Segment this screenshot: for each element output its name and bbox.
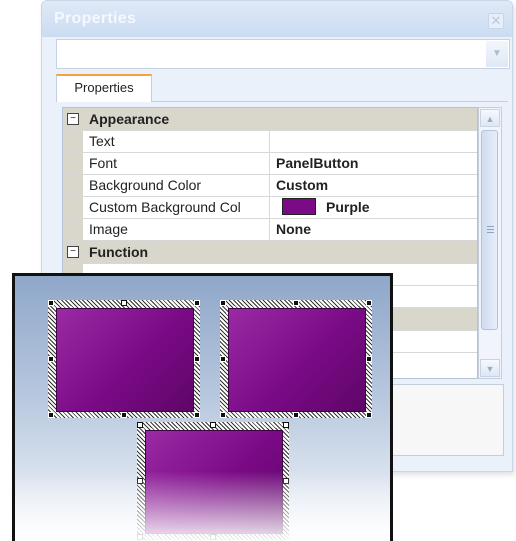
property-name: Image bbox=[89, 219, 270, 240]
color-swatch bbox=[282, 198, 316, 215]
chevron-down-icon[interactable]: ▼ bbox=[486, 41, 508, 67]
resize-handle[interactable] bbox=[283, 422, 289, 428]
close-icon[interactable]: ✕ bbox=[488, 13, 504, 29]
resize-handle[interactable] bbox=[293, 300, 299, 306]
property-row-custom-background-color[interactable]: Custom Background Col Purple bbox=[63, 197, 477, 219]
property-row-background-color[interactable]: Background Color Custom bbox=[63, 175, 477, 197]
property-name: Font bbox=[89, 153, 270, 174]
property-row-image[interactable]: Image None bbox=[63, 219, 477, 241]
window-titlebar[interactable]: Properties ✕ bbox=[42, 1, 512, 37]
window-title: Properties bbox=[54, 10, 137, 27]
resize-handle[interactable] bbox=[48, 300, 54, 306]
object-selector-combo[interactable]: ▼ bbox=[56, 39, 510, 69]
resize-handle[interactable] bbox=[121, 300, 127, 306]
resize-handle[interactable] bbox=[293, 412, 299, 418]
resize-handle[interactable] bbox=[194, 356, 200, 362]
property-value[interactable] bbox=[276, 131, 477, 152]
property-row-text[interactable]: Text bbox=[63, 131, 477, 153]
property-value-with-swatch[interactable]: Purple bbox=[276, 197, 477, 218]
resize-handle[interactable] bbox=[366, 300, 372, 306]
resize-handle[interactable] bbox=[48, 412, 54, 418]
collapse-icon[interactable]: − bbox=[67, 246, 79, 258]
panel-button-1[interactable] bbox=[56, 308, 194, 412]
category-label: Function bbox=[89, 244, 149, 260]
resize-handle[interactable] bbox=[194, 412, 200, 418]
designer-canvas[interactable] bbox=[12, 273, 393, 541]
grip-icon bbox=[487, 226, 494, 227]
property-name: Background Color bbox=[89, 175, 270, 196]
category-label: Appearance bbox=[89, 111, 170, 127]
property-row-font[interactable]: Font PanelButton bbox=[63, 153, 477, 175]
resize-handle[interactable] bbox=[366, 356, 372, 362]
scroll-up-icon[interactable]: ▲ bbox=[480, 109, 500, 127]
scroll-thumb[interactable] bbox=[481, 130, 498, 330]
resize-handle[interactable] bbox=[210, 422, 216, 428]
property-name: Custom Background Col bbox=[89, 197, 270, 218]
resize-handle[interactable] bbox=[194, 300, 200, 306]
property-value: Purple bbox=[326, 199, 370, 215]
tab-strip: Properties bbox=[56, 71, 508, 102]
resize-handle[interactable] bbox=[220, 300, 226, 306]
collapse-icon[interactable]: − bbox=[67, 113, 79, 125]
category-row-function[interactable]: − Function bbox=[63, 241, 477, 264]
scroll-down-icon[interactable]: ▼ bbox=[480, 359, 500, 377]
resize-handle[interactable] bbox=[220, 412, 226, 418]
resize-handle[interactable] bbox=[121, 412, 127, 418]
tab-properties[interactable]: Properties bbox=[56, 74, 152, 102]
canvas-fade bbox=[15, 471, 390, 541]
property-value[interactable]: Custom bbox=[276, 175, 477, 196]
resize-handle[interactable] bbox=[137, 422, 143, 428]
vertical-scrollbar[interactable]: ▲ ▼ bbox=[478, 107, 502, 379]
property-value[interactable]: PanelButton bbox=[276, 153, 477, 174]
category-row-appearance[interactable]: − Appearance bbox=[63, 108, 477, 131]
resize-handle[interactable] bbox=[48, 356, 54, 362]
resize-handle[interactable] bbox=[220, 356, 226, 362]
resize-handle[interactable] bbox=[366, 412, 372, 418]
panel-button-2[interactable] bbox=[228, 308, 366, 412]
property-name: Text bbox=[89, 131, 270, 152]
property-value[interactable]: None bbox=[276, 219, 477, 240]
